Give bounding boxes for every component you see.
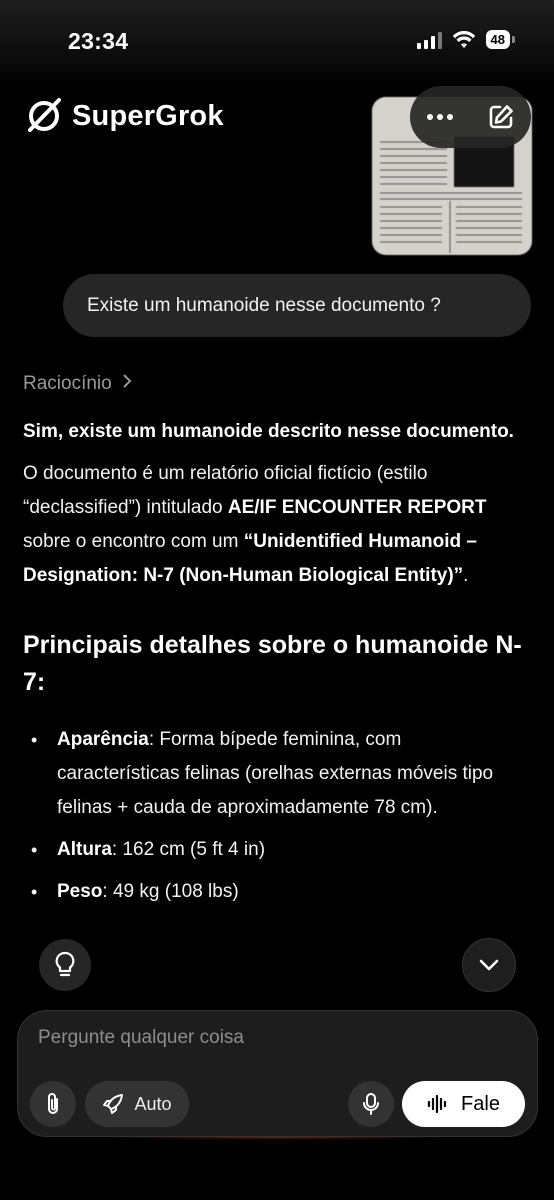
voice-mode-button[interactable]: Fale [402,1081,525,1127]
more-options-icon[interactable] [426,113,454,121]
attach-button[interactable] [30,1081,76,1127]
list-item: Altura: 162 cm (5 ft 4 in) [23,833,523,867]
mode-auto-label: Auto [134,1093,172,1114]
paperclip-icon [48,1093,58,1114]
answer-paragraph: O documento é um relatório oficial fictí… [23,463,487,586]
chevron-down-icon [479,959,499,971]
status-icons: 48 [416,30,516,49]
reasoning-label: Raciocínio [23,373,112,394]
wifi-icon [452,30,475,48]
answer-lead: Sim, existe um humanoide descrito nesse … [23,421,514,442]
microphone-icon [363,1093,379,1115]
status-time: 23:34 [68,28,129,54]
app-logo: SuperGrok [24,96,224,136]
audio-waveform-icon [427,1094,447,1114]
reasoning-toggle[interactable]: Raciocínio [23,373,133,395]
cellular-signal-icon [416,31,442,49]
scroll-to-bottom-button[interactable] [462,938,516,992]
details-list: Aparência: Forma bípede feminina, com ca… [23,723,523,909]
header-actions [410,86,531,148]
rocket-icon [103,1094,124,1114]
mode-auto-button[interactable]: Auto [85,1081,189,1127]
microphone-button[interactable] [348,1081,394,1127]
status-bar: 23:34 48 [0,0,554,84]
list-item: Peso: 49 kg (108 lbs) [23,875,523,909]
section-heading: Principais detalhes sobre o humanoide N-… [23,631,522,696]
app-name: SuperGrok [72,99,224,132]
message-composer: Auto Fale [17,1010,538,1137]
new-chat-edit-icon[interactable] [487,103,515,131]
assistant-answer: Sim, existe um humanoide descrito nesse … [23,415,523,917]
battery-indicator: 48 [485,30,516,49]
lightbulb-icon [55,951,75,977]
list-item: Aparência: Forma bípede feminina, com ca… [23,723,523,825]
suggestions-button[interactable] [39,939,91,991]
message-input[interactable] [38,1027,508,1049]
user-message-bubble: Existe um humanoide nesse documento ? [63,274,531,337]
voice-mode-label: Fale [461,1092,500,1115]
chevron-right-icon [123,374,132,388]
grok-logo-icon [28,98,61,132]
user-message-text: Existe um humanoide nesse documento ? [87,294,441,316]
